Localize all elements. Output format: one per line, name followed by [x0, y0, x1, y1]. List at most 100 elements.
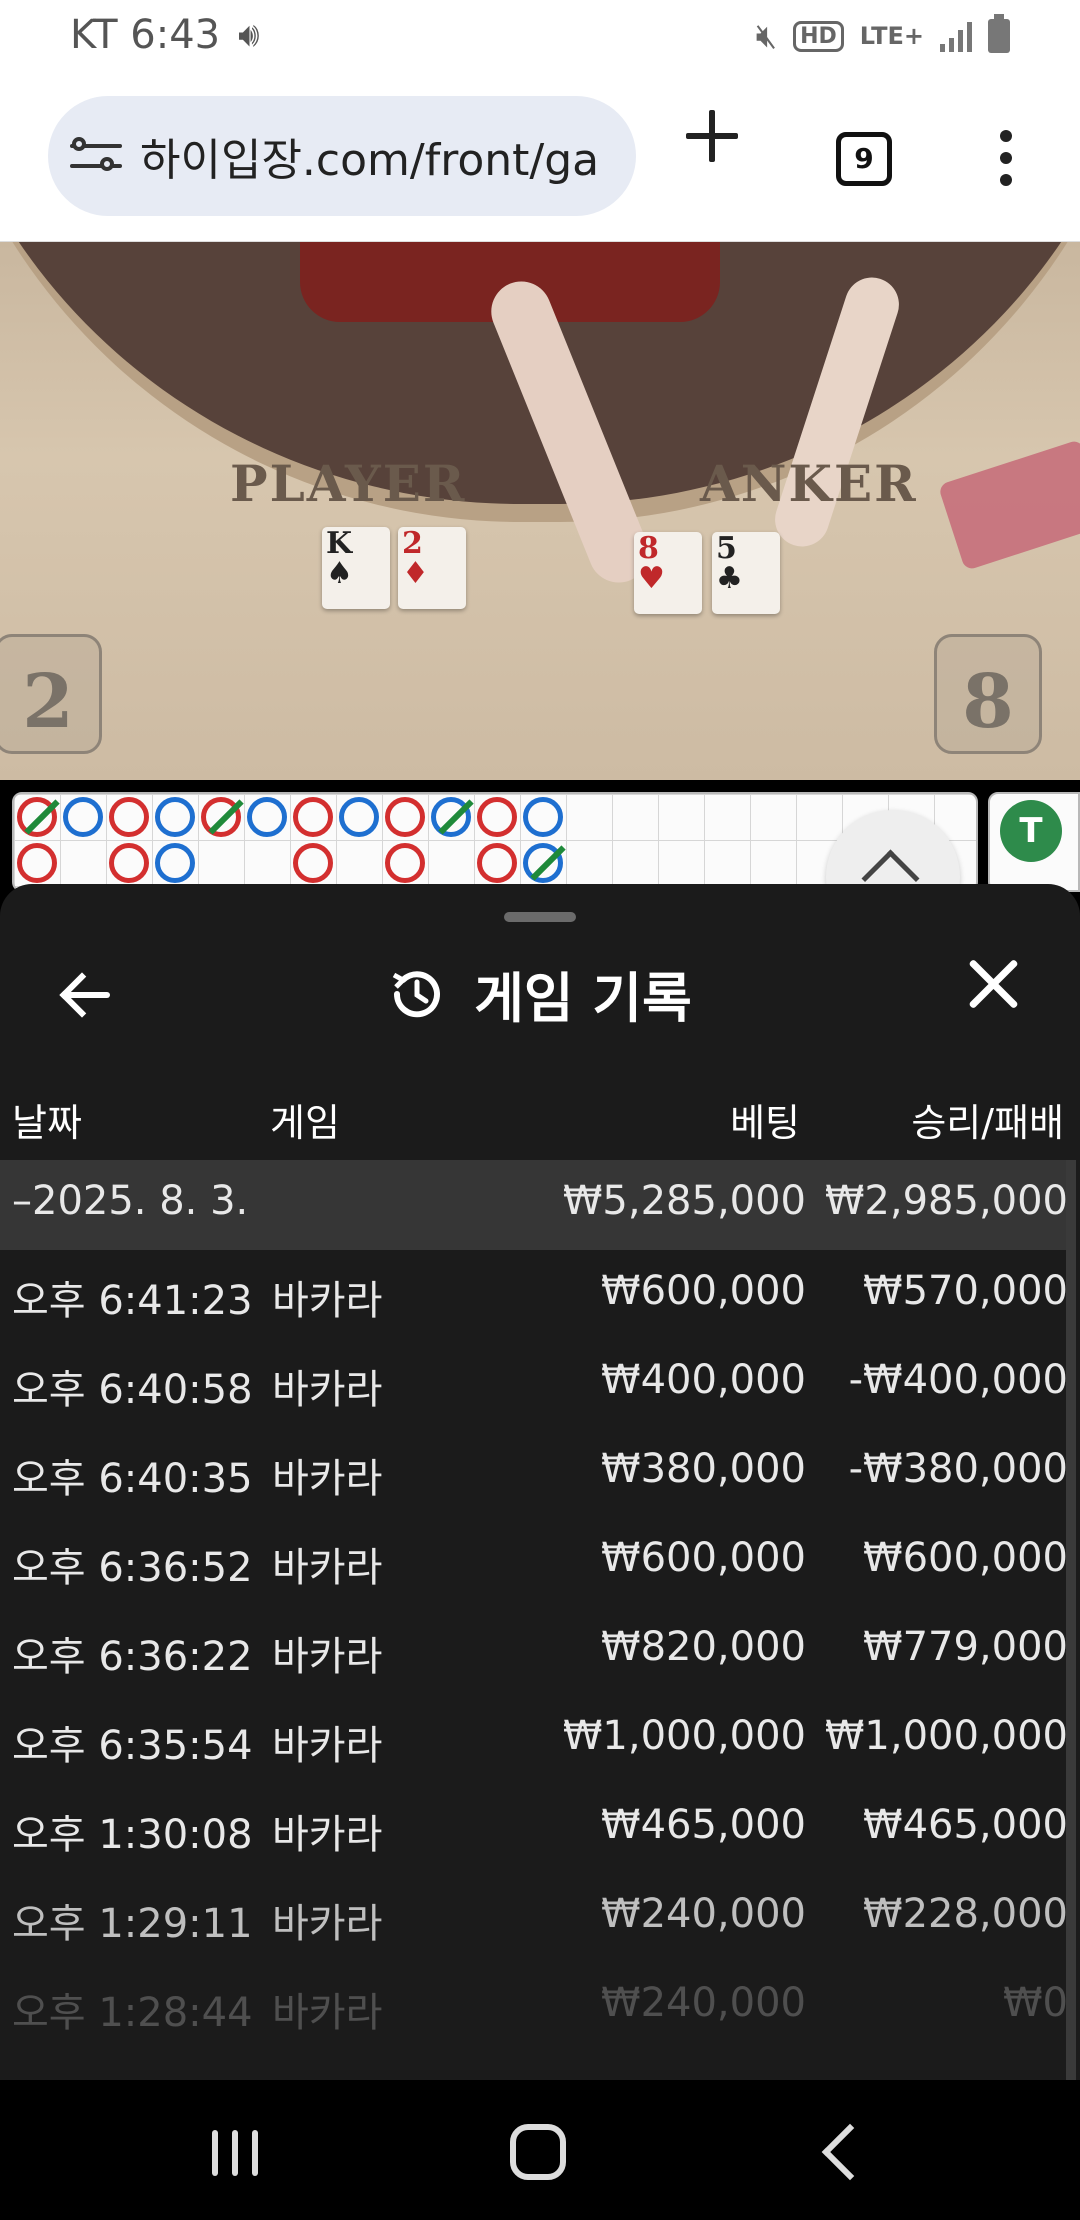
player-label: PLAYER: [230, 454, 467, 513]
col-bet[interactable]: 베팅: [730, 1092, 800, 1147]
bead-player: [247, 797, 287, 837]
row-bet: ₩820,000: [601, 1624, 806, 1670]
history-row[interactable]: 오후 6:40:58 바카라 ₩400,000 -₩400,000: [0, 1339, 1070, 1428]
row-game: 바카라: [272, 1545, 383, 1591]
back-nav-button[interactable]: [821, 2123, 879, 2181]
live-video: PLAYER ANKER K ♠ 2 ♦ 8 ♥ 5 ♣ 2 8: [0, 242, 1080, 780]
row-game: 바카라: [272, 1901, 383, 1947]
row-time: 오후 1:30:08: [12, 1812, 253, 1858]
row-game: 바카라: [272, 1723, 383, 1769]
summary-win-loss: ₩2,985,000: [824, 1178, 1068, 1224]
address-bar[interactable]: 하이입장.com/front/ga: [48, 96, 636, 216]
row-bet: ₩600,000: [601, 1268, 806, 1314]
status-bar: KT 6:43 🔊︎ 🔇︎ HD LTE+: [0, 0, 1080, 78]
history-icon: [393, 970, 441, 1017]
player-card-1: K ♠: [322, 527, 390, 609]
game-history-sheet: 게임 기록 날짜 게임 베팅 승리/패배 –2025. 8. 3. ₩5,285…: [0, 884, 1080, 2080]
summary-date: –2025. 8. 3.: [12, 1178, 249, 1224]
row-win-loss: -₩380,000: [848, 1446, 1068, 1492]
row-time: 오후 1:29:11: [12, 1901, 253, 1947]
row-game: 바카라: [272, 1456, 383, 1502]
bead-banker: [385, 797, 425, 837]
bead-banker: [385, 843, 425, 883]
bead-banker: [477, 843, 517, 883]
row-time: 오후 6:36:22: [12, 1634, 253, 1680]
row-bet: ₩1,000,000: [562, 1713, 806, 1759]
hd-badge: HD: [793, 20, 844, 52]
row-win-loss: ₩570,000: [863, 1268, 1068, 1314]
site-settings-icon[interactable]: [70, 136, 122, 176]
banker-score: 8: [934, 634, 1042, 754]
close-button[interactable]: [966, 956, 1022, 1012]
player-card-2: 2 ♦: [398, 527, 466, 609]
home-button[interactable]: [510, 2124, 566, 2180]
row-bet: ₩400,000: [601, 1357, 806, 1403]
signal-icon: [940, 20, 972, 52]
bead-player: [155, 797, 195, 837]
drag-handle[interactable]: [504, 912, 576, 922]
row-time: 오후 6:40:58: [12, 1367, 253, 1413]
banker-card-1: 8 ♥: [634, 532, 702, 614]
row-time: 오후 1:28:44: [12, 1990, 253, 2036]
bead-banker-tie: [201, 797, 241, 837]
banker-label: ANKER: [700, 454, 918, 513]
col-game[interactable]: 게임: [270, 1092, 340, 1147]
row-bet: ₩240,000: [601, 1980, 806, 2026]
row-win-loss: ₩0: [1003, 1980, 1068, 2026]
bead-player-tie: [523, 843, 563, 883]
row-game: 바카라: [272, 1990, 383, 2036]
battery-icon: [988, 14, 1010, 53]
tie-badge: T: [1000, 800, 1062, 862]
row-game: 바카라: [272, 1634, 383, 1680]
bead-player: [155, 843, 195, 883]
bead-banker: [293, 843, 333, 883]
row-game: 바카라: [272, 1812, 383, 1858]
history-row[interactable]: 오후 6:41:23 바카라 ₩600,000 ₩570,000: [0, 1250, 1070, 1339]
sheet-title: 게임 기록: [0, 954, 1080, 1033]
bead-player: [339, 797, 379, 837]
bead-player-tie: [431, 797, 471, 837]
new-tab-button[interactable]: [684, 108, 740, 164]
carrier-time: KT 6:43: [70, 12, 221, 58]
row-bet: ₩240,000: [601, 1891, 806, 1937]
sheet-title-text: 게임 기록: [474, 967, 692, 1030]
table-header: 날짜 게임 베팅 승리/패배: [0, 1076, 1080, 1156]
history-row[interactable]: 오후 6:40:35 바카라 ₩380,000 -₩380,000: [0, 1428, 1070, 1517]
col-date[interactable]: 날짜: [12, 1092, 82, 1147]
browser-menu-button[interactable]: [996, 130, 1016, 200]
row-game: 바카라: [272, 1278, 383, 1324]
history-row[interactable]: 오후 6:35:54 바카라 ₩1,000,000 ₩1,000,000: [0, 1695, 1070, 1784]
row-bet: ₩600,000: [601, 1535, 806, 1581]
tab-switcher-button[interactable]: 9: [836, 132, 892, 186]
row-win-loss: ₩465,000: [863, 1802, 1068, 1848]
browser-toolbar: 하이입장.com/front/ga 9: [0, 78, 1080, 242]
player-score: 2: [0, 634, 102, 754]
bead-player: [523, 797, 563, 837]
row-time: 오후 6:41:23: [12, 1278, 253, 1324]
recent-apps-button[interactable]: [212, 2130, 258, 2176]
date-summary-row[interactable]: –2025. 8. 3. ₩5,285,000 ₩2,985,000: [0, 1160, 1070, 1250]
row-win-loss: ₩779,000: [863, 1624, 1068, 1670]
bead-banker: [109, 843, 149, 883]
summary-bet: ₩5,285,000: [562, 1178, 806, 1224]
row-time: 오후 6:40:35: [12, 1456, 253, 1502]
history-row[interactable]: 오후 1:30:08 바카라 ₩465,000 ₩465,000: [0, 1784, 1070, 1873]
bead-player: [63, 797, 103, 837]
history-row[interactable]: 오후 6:36:52 바카라 ₩600,000 ₩600,000: [0, 1517, 1070, 1606]
system-nav-bar: [0, 2080, 1080, 2220]
row-bet: ₩465,000: [601, 1802, 806, 1848]
row-win-loss: ₩1,000,000: [824, 1713, 1068, 1759]
url-text[interactable]: 하이입장.com/front/ga: [140, 124, 610, 188]
bead-banker: [293, 797, 333, 837]
history-row[interactable]: 오후 1:28:44 바카라 ₩240,000 ₩0: [0, 1962, 1070, 2051]
scrollbar[interactable]: [1066, 1160, 1076, 2080]
lte-indicator: LTE+: [859, 22, 924, 50]
history-row[interactable]: 오후 6:36:22 바카라 ₩820,000 ₩779,000: [0, 1606, 1070, 1695]
history-row[interactable]: 오후 1:29:11 바카라 ₩240,000 ₩228,000: [0, 1873, 1070, 1962]
mute-icon: 🔇︎: [755, 16, 778, 56]
row-bet: ₩380,000: [601, 1446, 806, 1492]
volume-icon: 🔊︎: [238, 15, 260, 55]
col-win-loss[interactable]: 승리/패배: [911, 1092, 1064, 1147]
row-time: 오후 6:35:54: [12, 1723, 253, 1769]
banker-card-2: 5 ♣: [712, 532, 780, 614]
